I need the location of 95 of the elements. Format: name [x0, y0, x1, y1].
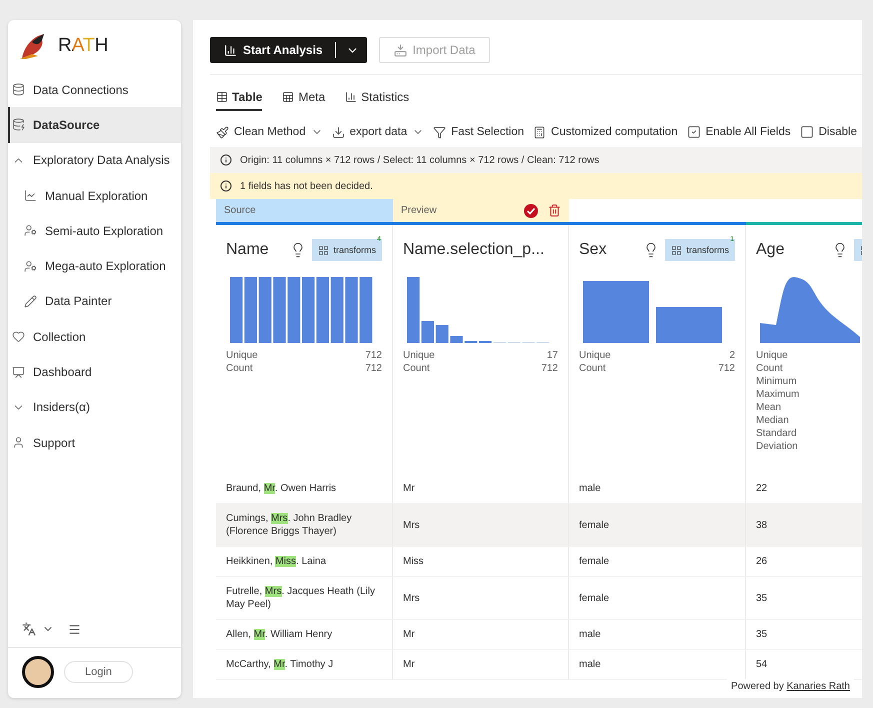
table-cell: female [569, 577, 746, 620]
stat-label: Minimum [756, 375, 797, 388]
table-cell: Mrs [393, 577, 569, 620]
table-cell: male [569, 620, 746, 650]
nav-item[interactable]: Data Painter [8, 284, 181, 320]
chart-icon [224, 44, 237, 56]
nav-item[interactable]: Data Connections [8, 72, 181, 108]
table-cell: Allen, Mr. William Henry [216, 620, 393, 650]
table-cell: male [569, 474, 746, 504]
table-cell: Futrelle, Mrs. Jacques Heath (Lily May Peel) [216, 577, 393, 620]
stat-label: Unique [756, 349, 788, 362]
nav-icon [24, 189, 37, 202]
info-icon [220, 180, 232, 192]
tab[interactable]: Table [216, 85, 262, 111]
menu-button[interactable]: Clean Method [216, 125, 323, 139]
warning-text: 1 fields has not been decided. [240, 180, 373, 192]
stat-value: 712 [541, 362, 558, 375]
table-cell: Mr [393, 474, 569, 504]
nav-item[interactable]: Exploratory Data Analysis [8, 142, 181, 178]
toolbar-button[interactable]: Customized computation [533, 125, 678, 139]
nav-icon [24, 294, 37, 308]
table-cell: 38 [746, 504, 862, 547]
table-cell: female [569, 547, 746, 577]
nav-icon [12, 83, 25, 96]
nav-item[interactable]: Manual Exploration [8, 178, 181, 214]
toolbar-button[interactable]: Fast Selection [433, 125, 524, 139]
nav-item[interactable]: Dashboard [8, 354, 181, 390]
stat-label: Median [756, 414, 789, 427]
grid-icon [671, 244, 682, 256]
calculator-icon[interactable] [533, 126, 546, 138]
stat-label: Mean [756, 401, 782, 414]
strip-label: Source [224, 205, 257, 216]
stat-label: Count [756, 362, 783, 375]
nav-item[interactable]: Collection [8, 319, 181, 354]
nav-icon [12, 366, 25, 379]
footer-text: Powered by Kanaries Rath [727, 679, 854, 694]
checkbox[interactable]: Disable [800, 125, 857, 139]
nav-icon [12, 436, 25, 450]
field-name: Sex [579, 241, 608, 259]
checkbox[interactable]: Enable All Fields [686, 125, 791, 139]
stat-value: 17 [546, 349, 558, 362]
stat-label: Unique [579, 349, 611, 362]
checkbox-icon[interactable] [686, 125, 701, 139]
stat-label: Unique [403, 349, 435, 362]
start-analysis-button[interactable]: Start Analysis [210, 37, 367, 63]
grid-icon [318, 244, 330, 256]
checkbox-icon[interactable] [800, 125, 814, 139]
field-name: Age [756, 241, 786, 259]
nav-item[interactable]: Support [8, 424, 181, 460]
download-icon[interactable] [332, 126, 345, 138]
stat-label: Standard Deviation [756, 427, 799, 453]
table-cell: McCarthy, Mr. Timothy J [216, 650, 393, 680]
stat-label: Count [226, 362, 253, 375]
field-name: Name [226, 241, 270, 259]
nav-icon [24, 224, 37, 238]
nav-item[interactable]: Insiders(α) [8, 390, 181, 425]
avatar [22, 656, 54, 688]
info-text: Origin: 11 columns × 712 rows / Select: 11 columns × 712 rows / Clean: 712 rows [240, 154, 600, 166]
menu-icon[interactable] [68, 622, 81, 636]
delete-icon[interactable] [548, 204, 561, 217]
table-cell: Mr [393, 620, 569, 650]
table-cell: Cumings, Mrs. John Bradley (Florence Briggs Thayer) [216, 504, 393, 547]
table-cell: female [569, 504, 746, 547]
footer-link[interactable]: Kanaries Rath [786, 681, 850, 692]
check-icon[interactable] [524, 204, 538, 218]
login-button[interactable]: Login [64, 661, 133, 683]
tab[interactable]: Meta [282, 85, 326, 111]
nav-icon [12, 118, 25, 132]
tab[interactable]: Statistics [345, 85, 410, 111]
stat-value: 2 [729, 349, 735, 362]
stat-value: 712 [718, 362, 735, 375]
stat-label: Unique [226, 349, 258, 362]
table-cell: Braund, Mr. Owen Harris [216, 474, 393, 504]
nav-item[interactable]: DataSource [8, 107, 181, 143]
field-name: Name.selection_p... [403, 241, 546, 259]
stat-label: Maximum [756, 388, 800, 401]
table-cell: Mr [393, 650, 569, 680]
table-cell: Heikkinen, Miss. Laina [216, 547, 393, 577]
nav-item[interactable]: Mega-auto Exploration [8, 248, 181, 284]
table-cell: male [569, 650, 746, 680]
menu-button[interactable]: export data [332, 125, 424, 139]
nav-item[interactable]: Semi-auto Exploration [8, 213, 181, 248]
nav-icon [24, 260, 37, 273]
stat-label: Count [403, 362, 430, 375]
table-cell: Mrs [393, 504, 569, 547]
strip-label: Preview [401, 205, 438, 216]
filter-icon[interactable] [433, 126, 446, 138]
stat-label: Count [579, 362, 606, 375]
brush-icon[interactable] [216, 126, 229, 138]
language-icon[interactable] [22, 622, 36, 636]
table-cell: Miss [393, 547, 569, 577]
stat-value: 712 [365, 349, 382, 362]
nav-icon [12, 330, 25, 344]
stat-value: 712 [365, 362, 382, 375]
info-icon [220, 154, 232, 166]
